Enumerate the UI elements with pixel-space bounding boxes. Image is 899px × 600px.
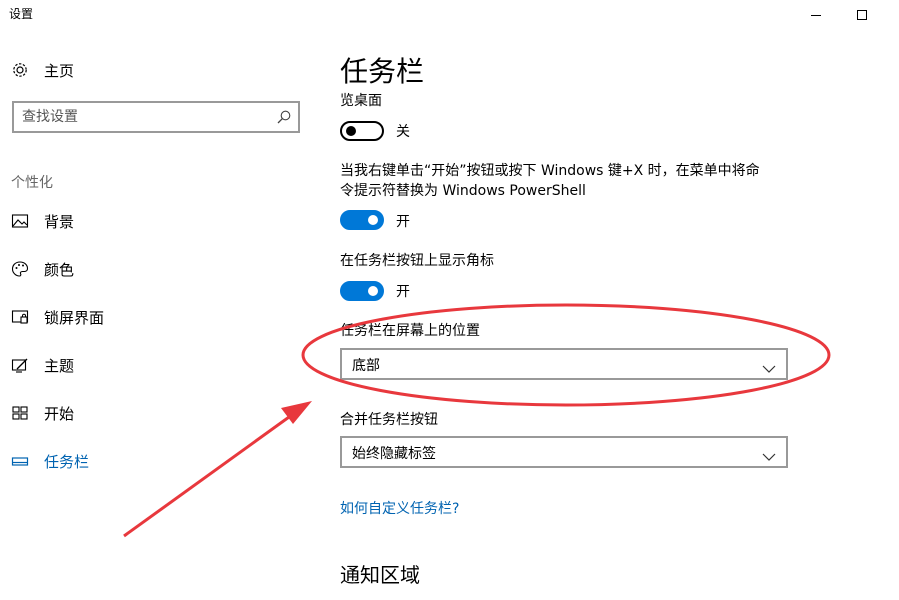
sidebar-item-label: 背景	[44, 212, 75, 231]
powershell-label-line2: 令提示符替换为 Windows PowerShell	[340, 183, 586, 199]
gear-icon	[11, 61, 29, 79]
search-input[interactable]	[22, 107, 262, 127]
customize-taskbar-link[interactable]: 如何自定义任务栏?	[340, 498, 459, 518]
notification-area-heading: 通知区域	[340, 563, 420, 587]
sidebar-item-label: 主题	[44, 356, 75, 375]
search-icon[interactable]	[276, 109, 292, 125]
title-bar: 设置	[0, 0, 899, 30]
chevron-down-icon	[762, 359, 776, 373]
sidebar-item-label: 锁屏界面	[44, 308, 105, 327]
sidebar-item-label: 颜色	[44, 260, 75, 279]
sidebar-item-themes[interactable]: 主题	[0, 345, 318, 385]
sidebar-item-lock-screen[interactable]: 锁屏界面	[0, 297, 318, 337]
minimize-icon	[811, 14, 821, 16]
sidebar-item-label: 主页	[44, 61, 75, 80]
sidebar-item-taskbar[interactable]: 任务栏	[0, 441, 318, 481]
chevron-down-icon	[762, 447, 776, 461]
peek-toggle-state: 关	[396, 124, 410, 140]
sidebar-item-start[interactable]: 开始	[0, 393, 318, 433]
window-title: 设置	[9, 7, 34, 21]
sidebar-item-label: 任务栏	[44, 452, 90, 471]
location-label: 任务栏在屏幕上的位置	[340, 323, 480, 339]
start-icon	[11, 404, 29, 422]
badges-label: 在任务栏按钮上显示角标	[340, 253, 494, 269]
peek-label: 览桌面	[340, 93, 382, 109]
search-box[interactable]	[12, 101, 300, 133]
group-label-personalization: 个性化	[11, 175, 53, 191]
powershell-label-line1: 当我右键单击“开始”按钮或按下 Windows 键+X 时，在菜单中将命	[340, 163, 760, 179]
taskbar-location-select[interactable]: 底部	[340, 348, 788, 380]
badges-toggle-state: 开	[396, 284, 410, 300]
main-content: 任务栏 览桌面 关 当我右键单击“开始”按钮或按下 Windows 键+X 时，…	[318, 30, 899, 600]
taskbar-icon	[11, 452, 29, 470]
toggle-knob	[368, 286, 378, 296]
sidebar-item-home[interactable]: 主页	[0, 50, 318, 90]
peek-toggle[interactable]	[340, 121, 384, 141]
maximize-button[interactable]	[839, 0, 885, 30]
toggle-knob	[346, 126, 356, 136]
palette-icon	[11, 260, 29, 278]
maximize-icon	[857, 10, 867, 20]
combine-label: 合并任务栏按钮	[340, 412, 438, 428]
minimize-button[interactable]	[793, 0, 839, 30]
toggle-knob	[368, 215, 378, 225]
combine-buttons-select[interactable]: 始终隐藏标签	[340, 436, 788, 468]
lock-screen-icon	[11, 308, 29, 326]
sidebar-item-background[interactable]: 背景	[0, 201, 318, 241]
badges-toggle[interactable]	[340, 281, 384, 301]
sidebar-item-label: 开始	[44, 404, 75, 423]
theme-icon	[11, 356, 29, 374]
powershell-toggle[interactable]	[340, 210, 384, 230]
page-title: 任务栏	[340, 55, 425, 88]
select-value: 底部	[352, 358, 380, 374]
powershell-toggle-state: 开	[396, 214, 410, 230]
sidebar: 主页 个性化 背景 颜色 锁屏界面 主题 开始	[0, 30, 318, 600]
select-value: 始终隐藏标签	[352, 446, 436, 462]
picture-icon	[11, 212, 29, 230]
sidebar-item-colors[interactable]: 颜色	[0, 249, 318, 289]
